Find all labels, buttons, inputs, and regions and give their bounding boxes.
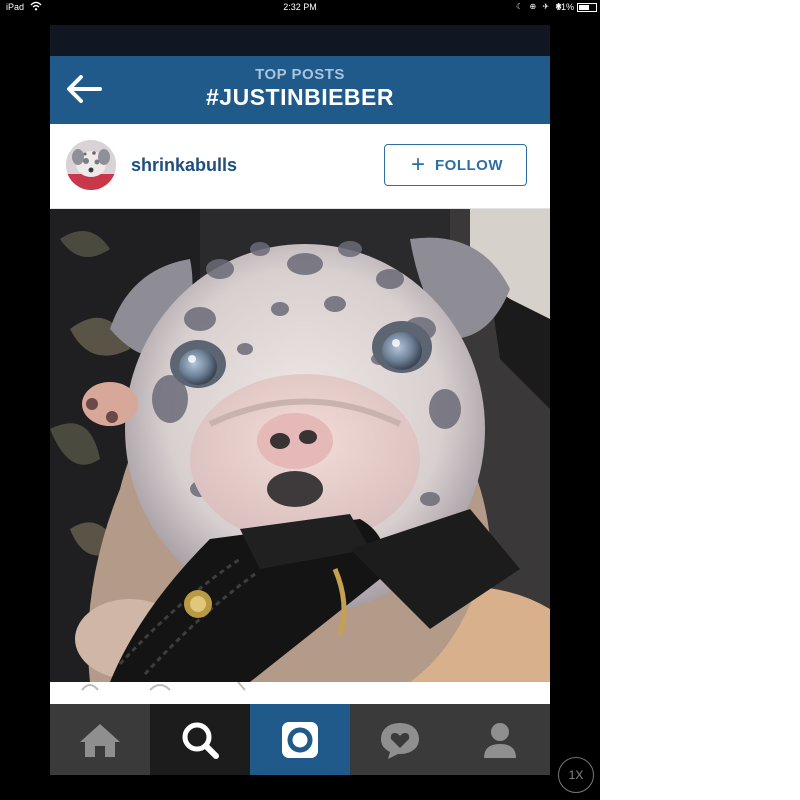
battery-icon — [577, 3, 597, 12]
ipad-frame: iPad 2:32 PM ☾ ⊕ ✈ ✱ 61% TOP POSTS #JUST… — [0, 0, 600, 800]
hashtag-title: #JUSTINBIEBER — [206, 84, 394, 110]
tab-search[interactable] — [150, 704, 250, 775]
top-posts-header: TOP POSTS #JUSTINBIEBER — [50, 56, 550, 124]
follow-button[interactable]: + FOLLOW — [384, 144, 527, 186]
plus-icon: + — [411, 151, 426, 178]
tab-bar — [50, 704, 550, 775]
status-time: 2:32 PM — [283, 2, 317, 12]
follow-label: FOLLOW — [435, 157, 503, 174]
person-icon — [484, 722, 516, 758]
status-bar: iPad 2:32 PM ☾ ⊕ ✈ ✱ 61% — [0, 0, 600, 16]
heart-speech-bubble-icon — [381, 722, 419, 759]
post-action-icons-partial — [81, 681, 246, 691]
header-subtitle: TOP POSTS — [255, 66, 345, 83]
post-actions-row — [50, 681, 550, 704]
puppy-photo — [50, 209, 550, 682]
avatar[interactable] — [66, 140, 116, 190]
tab-home[interactable] — [50, 704, 150, 775]
post-header: shrinkabulls + FOLLOW — [50, 124, 550, 209]
tab-profile[interactable] — [450, 704, 550, 775]
tab-activity[interactable] — [350, 704, 450, 775]
avatar-puppy-image — [66, 140, 116, 190]
camera-icon — [282, 721, 318, 758]
app-top-strip — [50, 25, 550, 56]
post-photo[interactable] — [50, 209, 550, 682]
tab-camera[interactable] — [250, 704, 350, 775]
home-icon — [80, 723, 120, 757]
status-battery-percent: 61% — [555, 2, 574, 12]
search-icon — [182, 722, 219, 759]
instagram-app: TOP POSTS #JUSTINBIEBER shrinkabulls + F… — [50, 25, 550, 775]
zoom-1x-button[interactable]: 1X — [558, 757, 594, 793]
post-username[interactable]: shrinkabulls — [131, 155, 237, 176]
